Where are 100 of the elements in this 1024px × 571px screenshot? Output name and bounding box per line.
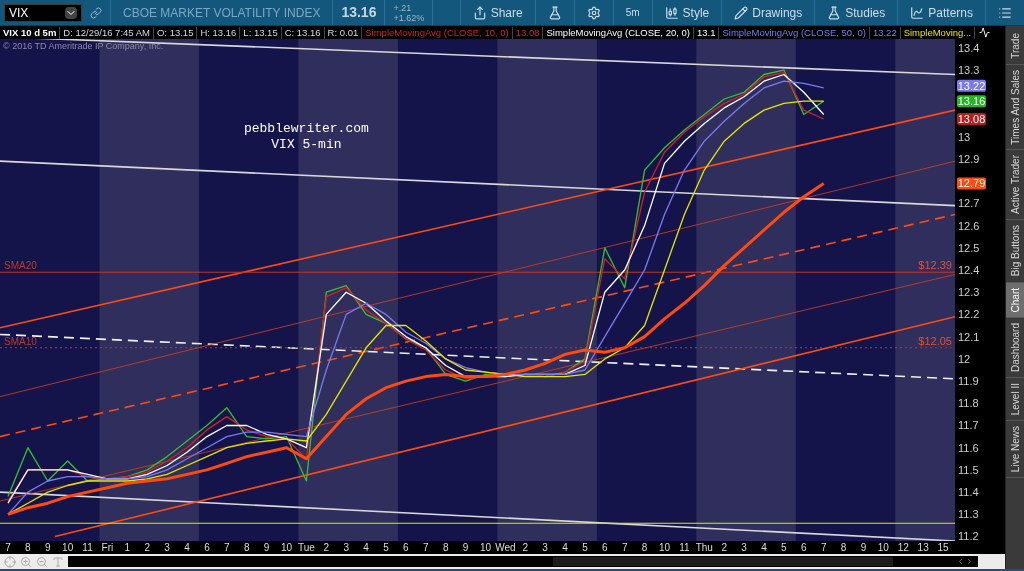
ohlc-field: D: 12/29/16 7:45 AM	[60, 26, 154, 39]
ohlc-field: L: 13.15	[240, 26, 282, 39]
study-name: SimpleMovingAvg (CLOSE, 20, 0)	[543, 26, 694, 39]
x-axis-label: 10	[479, 542, 491, 553]
x-axis-label: 10	[658, 542, 671, 553]
x-axis-label: 10	[280, 542, 293, 553]
y-axis-label: 12.9	[958, 152, 980, 165]
scrollbar[interactable]	[68, 556, 978, 567]
y-axis-label: 11.3	[958, 508, 979, 521]
scroll-left-icon[interactable]	[956, 557, 965, 566]
chart-annotation: VIX 5-min	[271, 136, 342, 152]
x-axis-label: 10	[877, 542, 889, 553]
toolbar-button[interactable]: Drawings	[721, 0, 815, 25]
x-axis-label: 6	[204, 542, 210, 553]
x-axis-label: 7	[820, 542, 827, 553]
flask-icon	[827, 5, 842, 20]
price-label: $12.05	[918, 334, 952, 347]
x-axis-label: 6	[801, 542, 807, 553]
x-axis-label: 7	[621, 542, 628, 553]
x-axis-label: 4	[184, 542, 190, 553]
scroll-right-icon[interactable]	[965, 557, 974, 566]
x-axis-label: 7	[5, 542, 11, 553]
x-axis-label: 8	[641, 542, 648, 553]
line-label: SMA10	[4, 335, 37, 347]
x-axis-label: 2	[522, 542, 529, 553]
chart-title: VIX 10 d 5m	[0, 26, 61, 39]
x-axis-label: 6	[602, 542, 608, 553]
y-axis-label: 11.7	[958, 419, 979, 432]
pencil-icon	[734, 5, 749, 20]
toolbar-button[interactable]: 5m	[612, 0, 652, 25]
x-axis-label: 9	[44, 542, 51, 553]
x-axis-label: 2	[144, 542, 150, 553]
x-axis-label: 8	[442, 542, 449, 553]
zoom-in-icon[interactable]	[20, 555, 32, 568]
chart-pattern-icon	[910, 5, 925, 20]
x-axis-label: 13	[917, 542, 929, 553]
toolbar-button[interactable]: Share	[459, 0, 535, 25]
x-axis-label: 3	[343, 542, 349, 553]
x-axis-label: 11	[679, 542, 690, 553]
y-axis-label: 11.8	[958, 397, 979, 410]
x-axis-label: 12	[897, 542, 909, 553]
text-tool-icon[interactable]	[52, 555, 64, 568]
x-axis-label: 8	[840, 542, 847, 553]
flask-icon	[547, 5, 562, 20]
chart-settings-icon[interactable]	[979, 27, 991, 38]
x-axis-label: 9	[860, 542, 867, 553]
ohlc-field: O: 13.15	[153, 26, 198, 39]
change-text: +.21	[393, 2, 413, 13]
price-badge: 12.79	[957, 177, 986, 190]
x-axis-label: 9	[462, 542, 469, 553]
study-value: 13.08	[512, 26, 544, 39]
study-name: SimpleMovingAvg (CLOSE, 50, 0)	[719, 26, 870, 39]
y-axis-label: 12.5	[958, 241, 980, 254]
x-axis-label: 4	[562, 542, 568, 553]
toolbar-button[interactable]: Studies	[814, 0, 898, 25]
x-axis-label: 5	[781, 542, 787, 553]
x-axis-label: 5	[582, 542, 588, 553]
menu-icon	[998, 5, 1012, 20]
settings-icon	[586, 5, 601, 20]
link-icon[interactable]	[90, 6, 102, 19]
y-axis-label: 12.6	[958, 219, 980, 232]
y-axis-label: 11.5	[958, 463, 979, 476]
study-value: 13.1	[693, 26, 720, 39]
x-axis-label: 6	[403, 542, 409, 553]
zoom-out-icon[interactable]	[36, 555, 48, 568]
x-axis-label: Thu	[695, 542, 713, 553]
symbol-description: CBOE MARKET VOLATILITY INDEX	[122, 4, 322, 22]
study-name: SimpleMovingAvg (CLOSE, 10, 0)	[362, 26, 513, 39]
x-axis-label: 2	[721, 542, 727, 553]
price-badge: 13.16	[957, 95, 986, 108]
y-axis-label: 12.7	[958, 197, 980, 210]
x-axis-label: Wed	[495, 542, 516, 553]
x-axis-label: 4	[761, 542, 767, 553]
ohlc-field: R: 0.01	[324, 26, 363, 39]
side-tab[interactable]: Chart	[1006, 282, 1024, 318]
toolbar-button[interactable]: Style	[651, 0, 722, 25]
price-label: $12.39	[918, 259, 952, 272]
scroll-thumb[interactable]	[553, 557, 893, 566]
x-axis-label: 3	[741, 542, 747, 553]
y-axis-label: 12.3	[958, 286, 980, 299]
y-axis-label: 11.6	[958, 441, 979, 454]
x-axis-label: 3	[542, 542, 548, 553]
symbol-field[interactable]: VIX	[4, 3, 82, 22]
y-axis-label: 13.3	[958, 64, 980, 77]
x-axis-label: 8	[243, 542, 250, 553]
y-axis-label: 11.9	[958, 375, 979, 388]
crosshair-icon[interactable]	[4, 555, 16, 568]
line-label: SMA20	[4, 260, 37, 272]
chart-annotation: pebblewriter.com	[244, 121, 369, 137]
y-axis-label: 13	[958, 130, 971, 143]
candlestick-icon	[664, 5, 679, 20]
study-name: SimpleMoving...	[900, 26, 976, 39]
x-axis-label: 11	[82, 542, 93, 553]
last-price: 13.16	[340, 3, 378, 22]
y-axis-label: 12.4	[958, 264, 980, 276]
x-axis-label: 4	[363, 542, 369, 553]
y-axis-label: 11.2	[958, 530, 979, 542]
y-axis-label: 13.4	[958, 41, 980, 54]
ohlc-field: C: 13.16	[281, 26, 325, 39]
toolbar-button[interactable]: Patterns	[897, 0, 985, 25]
